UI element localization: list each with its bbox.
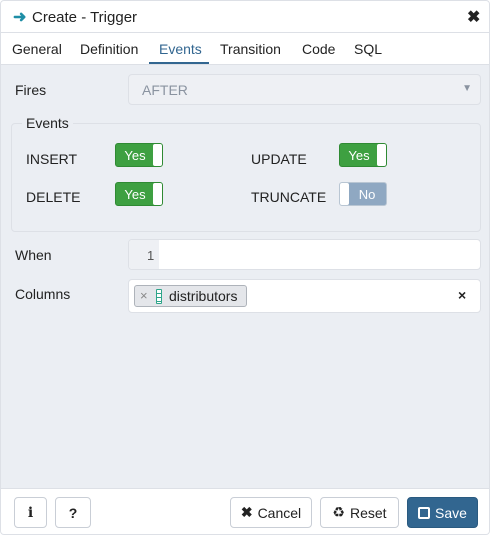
recycle-icon: ♻ <box>332 504 345 520</box>
tab-definition[interactable]: Definition <box>80 41 138 57</box>
toggle-knob <box>340 183 349 205</box>
fires-value: AFTER <box>142 82 188 98</box>
columns-select[interactable]: × distributors × <box>128 279 481 313</box>
tab-bar: General Definition Events Transition Cod… <box>1 33 489 65</box>
truncate-label: TRUNCATE <box>251 189 327 205</box>
column-tag-text: distributors <box>169 288 238 304</box>
remove-tag-icon[interactable]: × <box>140 288 148 303</box>
cancel-label: Cancel <box>257 504 302 521</box>
close-icon: ✖ <box>240 504 253 520</box>
delete-toggle[interactable]: Yes <box>115 182 163 206</box>
info-icon: i <box>27 504 34 521</box>
insert-label: INSERT <box>26 151 78 167</box>
dialog-title: Create - Trigger <box>32 9 138 26</box>
when-editor[interactable]: 1 <box>128 239 481 270</box>
chevron-down-icon: ▼ <box>462 83 472 94</box>
when-label: When <box>15 247 52 263</box>
events-fieldset <box>11 123 481 232</box>
arrow-right-icon: ➜ <box>13 9 27 26</box>
dialog-titlebar[interactable]: ➜ Create - Trigger ✖ <box>1 1 489 33</box>
save-button[interactable]: Save <box>407 497 478 528</box>
reset-button[interactable]: ♻ Reset <box>320 497 399 528</box>
help-button[interactable]: ? <box>55 497 91 528</box>
column-icon <box>156 289 162 304</box>
insert-toggle[interactable]: Yes <box>115 143 163 167</box>
toggle-knob <box>377 144 386 166</box>
create-trigger-dialog: ➜ Create - Trigger ✖ General Definition … <box>0 0 490 535</box>
line-number: 1 <box>147 248 155 263</box>
toggle-knob <box>153 144 162 166</box>
close-icon[interactable]: ✖ <box>467 7 480 27</box>
help-icon: ? <box>68 504 78 521</box>
tab-general[interactable]: General <box>12 41 62 57</box>
fires-select[interactable]: AFTER ▼ <box>128 74 481 105</box>
active-tab-indicator <box>149 62 209 64</box>
reset-label: Reset <box>349 504 387 521</box>
toggle-text: Yes <box>124 187 146 202</box>
toggle-text: No <box>358 187 376 202</box>
truncate-toggle[interactable]: No <box>339 182 387 206</box>
update-label: UPDATE <box>251 151 307 167</box>
toggle-text: Yes <box>348 148 370 163</box>
info-button[interactable]: i <box>14 497 47 528</box>
floppy-disk-icon <box>418 506 431 519</box>
clear-icon[interactable]: × <box>458 287 466 303</box>
tab-code[interactable]: Code <box>302 41 335 57</box>
toggle-text: Yes <box>124 148 146 163</box>
events-legend: Events <box>22 115 73 131</box>
toggle-knob <box>153 183 162 205</box>
line-gutter <box>129 240 159 269</box>
column-tag: × distributors <box>134 285 247 307</box>
tab-transition[interactable]: Transition <box>220 41 281 57</box>
tab-events[interactable]: Events <box>159 41 202 57</box>
update-toggle[interactable]: Yes <box>339 143 387 167</box>
cancel-button[interactable]: ✖ Cancel <box>230 497 312 528</box>
columns-label: Columns <box>15 286 71 302</box>
fires-label: Fires <box>15 82 47 98</box>
tab-sql[interactable]: SQL <box>354 41 382 57</box>
save-label: Save <box>435 504 467 521</box>
delete-label: DELETE <box>26 189 81 205</box>
dialog-footer: i ? ✖ Cancel ♻ Reset Save <box>1 488 489 534</box>
